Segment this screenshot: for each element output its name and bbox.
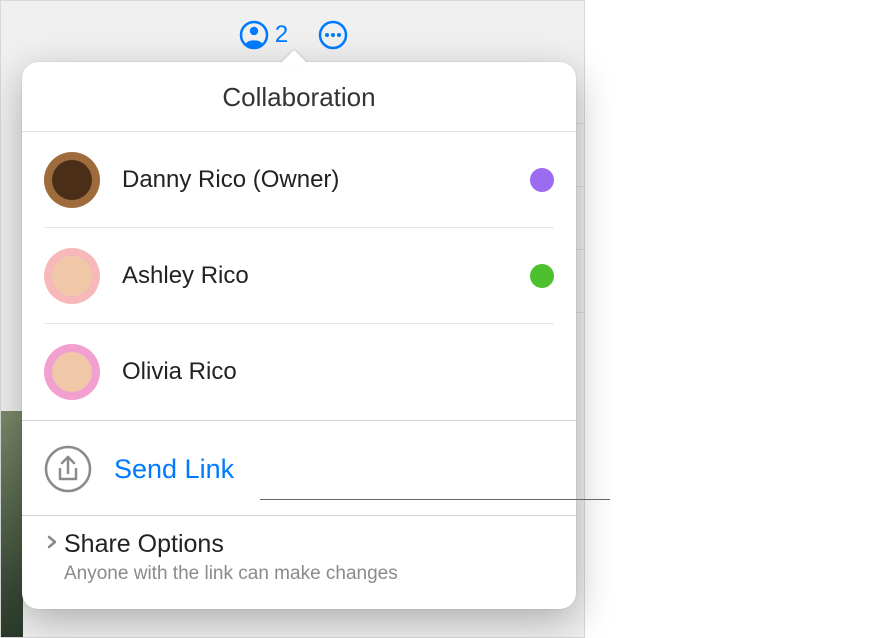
participant-row[interactable]: Olivia Rico — [44, 324, 554, 420]
participant-name: Ashley Rico — [122, 262, 530, 290]
share-options-title: Share Options — [64, 530, 224, 559]
collaboration-popover: Collaboration Danny Rico (Owner) Ashley … — [22, 62, 576, 609]
share-options-button[interactable]: Share Options Anyone with the link can m… — [22, 516, 576, 609]
ellipsis-circle-icon — [318, 20, 348, 50]
send-link-button[interactable]: Send Link — [22, 421, 576, 515]
popover-title: Collaboration — [22, 62, 576, 132]
document-edge — [1, 411, 23, 637]
callout-line — [260, 499, 610, 500]
avatar — [44, 344, 100, 400]
person-badge-icon — [239, 20, 269, 50]
participant-name: Danny Rico (Owner) — [122, 166, 530, 194]
participants-list: Danny Rico (Owner) Ashley Rico Olivia Ri… — [22, 132, 576, 420]
participant-name: Olivia Rico — [122, 358, 554, 386]
collaboration-button[interactable]: 2 — [239, 20, 288, 50]
more-button[interactable] — [318, 20, 348, 50]
collab-count: 2 — [275, 21, 288, 49]
toolbar: 2 — [1, 17, 585, 53]
share-icon — [44, 445, 92, 493]
presence-dot — [530, 264, 554, 288]
presence-dot — [530, 168, 554, 192]
send-link-label: Send Link — [114, 454, 234, 485]
chevron-right-icon — [44, 534, 60, 555]
share-options-subtitle: Anyone with the link can make changes — [64, 563, 554, 585]
avatar — [44, 152, 100, 208]
participant-row[interactable]: Ashley Rico — [44, 228, 554, 324]
avatar — [44, 248, 100, 304]
participant-row[interactable]: Danny Rico (Owner) — [44, 132, 554, 228]
